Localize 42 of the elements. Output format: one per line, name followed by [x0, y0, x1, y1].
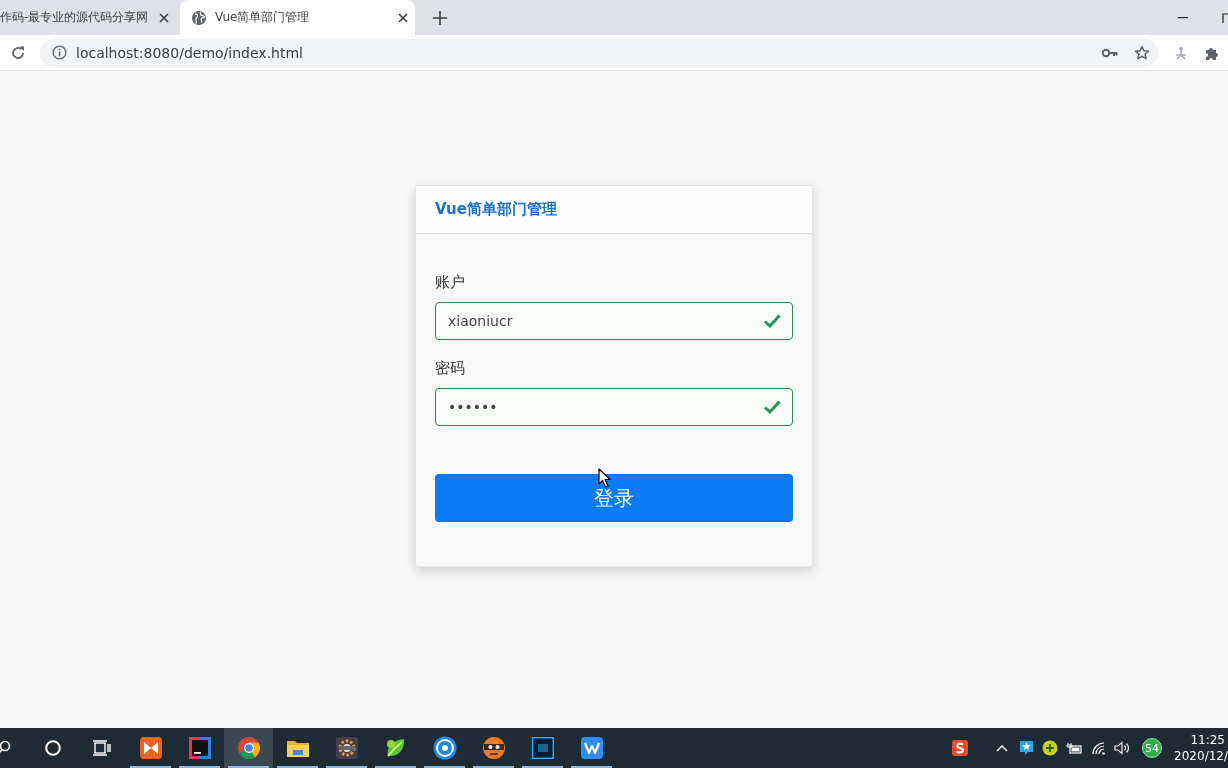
- close-icon[interactable]: [158, 11, 170, 24]
- star-icon[interactable]: [1134, 44, 1150, 61]
- ring-app-icon: [432, 736, 457, 760]
- address-bar[interactable]: localhost:8080/demo/index.html: [40, 38, 1158, 67]
- key-icon[interactable]: [1102, 47, 1118, 58]
- input-field[interactable]: xiaoniucr: [435, 302, 793, 340]
- task-view-icon[interactable]: [92, 740, 111, 756]
- wheel-app-icon: [236, 736, 261, 760]
- star-badge-icon[interactable]: [1018, 740, 1034, 756]
- browser-tab[interactable]: 作码-最专业的源代码分享网: [0, 0, 178, 35]
- field-label: 密码: [435, 358, 465, 378]
- new-tab-icon[interactable]: [433, 10, 447, 25]
- clock-date: 2020/12/: [1174, 748, 1228, 764]
- tile-app-icon: [187, 736, 212, 760]
- circle-icon[interactable]: [44, 740, 61, 756]
- field-label: 账户: [435, 272, 465, 292]
- search-icon[interactable]: [0, 740, 12, 756]
- check-icon: [763, 313, 781, 329]
- card-title: Vue简单部门管理: [435, 200, 557, 219]
- gear-app-icon: [334, 736, 359, 760]
- mask-face-icon: [481, 736, 506, 760]
- input-field[interactable]: ••••••: [435, 388, 793, 426]
- browser-tab[interactable]: Vue简单部门管理: [180, 0, 415, 35]
- speaker-icon[interactable]: [1114, 741, 1130, 755]
- tray-app-icon[interactable]: [952, 740, 968, 756]
- reload-icon[interactable]: [10, 44, 26, 61]
- square-app-icon: [530, 736, 555, 760]
- wifi-icon[interactable]: [1090, 741, 1106, 755]
- bowtie-app-icon: [138, 736, 163, 760]
- minimize-icon[interactable]: [1178, 16, 1188, 19]
- check-icon: [763, 399, 781, 415]
- maximize-icon[interactable]: [1222, 12, 1228, 23]
- cursor-icon: [598, 468, 611, 488]
- battery-icon[interactable]: [1066, 742, 1082, 754]
- zigzag-app-icon: [579, 736, 604, 760]
- globe-icon: [191, 9, 207, 26]
- info-icon[interactable]: [52, 45, 67, 60]
- login-button[interactable]: 登录: [435, 474, 793, 522]
- plus-circle-icon[interactable]: [1042, 740, 1058, 756]
- close-icon[interactable]: [397, 11, 409, 24]
- chevron-up-icon[interactable]: [996, 744, 1008, 752]
- clock-time: 11:25: [1190, 732, 1226, 748]
